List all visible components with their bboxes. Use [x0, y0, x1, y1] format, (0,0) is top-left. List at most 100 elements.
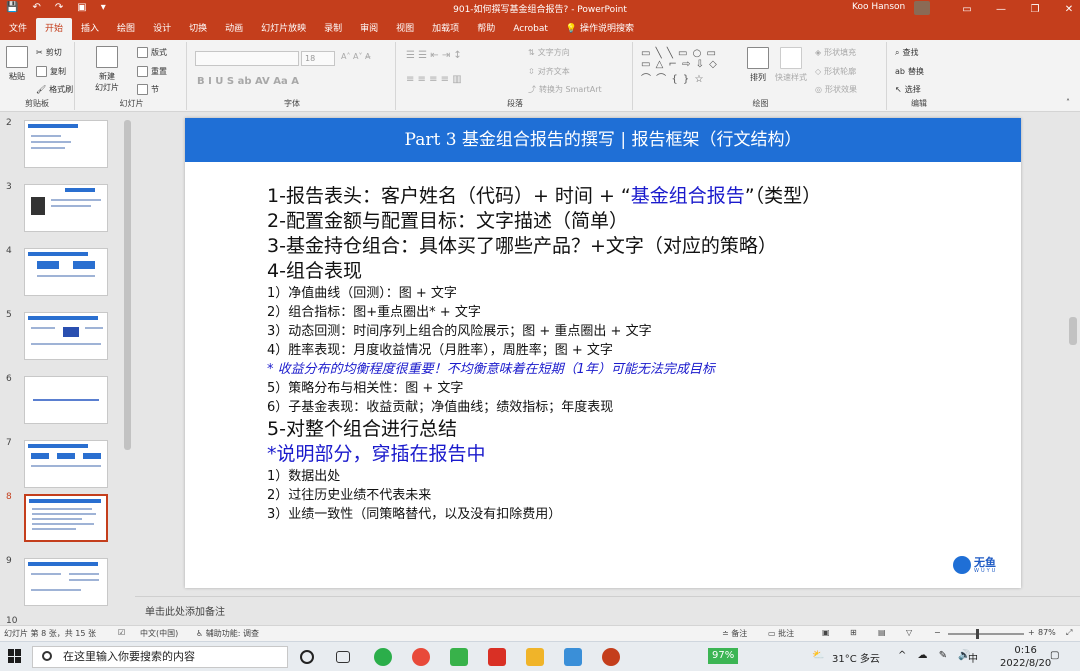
normal-view-icon[interactable]: ▣ [822, 628, 830, 637]
slide-sorter-icon[interactable]: ⊞ [850, 628, 857, 637]
replace-button[interactable]: ab 替换 [895, 66, 924, 77]
weather-icon[interactable]: ⛅ [812, 650, 824, 661]
tab-transitions[interactable]: 切换 [180, 18, 216, 40]
task-view-icon[interactable] [336, 651, 350, 663]
quick-styles-button[interactable]: 快速样式 [775, 47, 807, 83]
tab-help[interactable]: 帮助 [468, 18, 504, 40]
slide-thumbnail[interactable] [24, 312, 108, 360]
windows-start-icon[interactable] [8, 649, 22, 663]
shapes-gallery[interactable]: ▭ ╲ ╲ ▭ ○ ▭ ▭ △ ⌐ ⇨ ⇩ ◇ ⌒ ⌒ { } ☆ [641, 48, 718, 85]
tab-addins[interactable]: 加载项 [423, 18, 468, 40]
user-name[interactable]: Koo Hanson [852, 2, 905, 12]
language-indicator[interactable]: 中文(中国) [140, 628, 178, 639]
find-button[interactable]: ⌕ 查找 [895, 47, 918, 58]
tab-slideshow[interactable]: 幻灯片放映 [252, 18, 315, 40]
font-name-combo[interactable] [195, 51, 299, 66]
tab-review[interactable]: 审阅 [351, 18, 387, 40]
wechat-icon[interactable] [374, 648, 392, 666]
paste-button[interactable]: 粘贴 [6, 46, 28, 82]
slide-thumbnail[interactable] [24, 248, 108, 296]
file-explorer-icon[interactable] [526, 648, 544, 666]
select-button[interactable]: ↖ 选择 [895, 84, 921, 95]
notification-icon[interactable]: ▢ [1050, 650, 1059, 661]
slide-title[interactable]: Part 3 基金组合报告的撰写 | 报告框架（行文结构） [185, 118, 1021, 162]
list-buttons[interactable]: ☰ ☰ ⇤ ⇥ ↕ [406, 50, 462, 61]
notes-toggle[interactable]: ≐ 备注 [722, 628, 747, 639]
comments-toggle[interactable]: ▭ 批注 [768, 628, 794, 639]
font-format-buttons[interactable]: B I U S ab AV Aa A [197, 76, 299, 87]
new-slide-button[interactable]: 新建 幻灯片 [95, 46, 119, 93]
slide-thumbnail[interactable] [24, 558, 108, 606]
collapse-ribbon-icon[interactable]: ˄ [1066, 98, 1070, 107]
tray-icons[interactable]: ^ ☁ ✎ 🔊 [898, 650, 975, 661]
ime-indicator[interactable]: 中 [968, 650, 978, 665]
slide-canvas[interactable]: Part 3 基金组合报告的撰写 | 报告框架（行文结构） 1-报告表头：客户姓… [185, 118, 1021, 588]
zoom-out-button[interactable]: − [934, 628, 941, 637]
taskbar-search-input[interactable]: 在这里输入你要搜索的内容 [32, 646, 288, 668]
font-grow-button[interactable]: A˄ A˅ A̶ [341, 52, 371, 61]
avatar[interactable] [914, 1, 930, 15]
slide-scrollbar[interactable] [1066, 112, 1080, 596]
section-button[interactable]: 节 [137, 84, 159, 95]
accessibility-status[interactable]: ♿ 辅助功能: 调查 [196, 628, 259, 639]
smartart-button[interactable]: ⤴ 转换为 SmartArt [528, 84, 602, 95]
app-icon[interactable] [450, 648, 468, 666]
restore-button[interactable]: ❐ [1018, 0, 1052, 18]
weather-text[interactable]: 31°C 多云 [832, 650, 880, 665]
reset-button[interactable]: 重置 [137, 66, 167, 77]
app-icon[interactable] [564, 648, 582, 666]
tab-file[interactable]: 文件 [0, 18, 36, 40]
shape-outline-button[interactable]: ◇ 形状轮廓 [815, 66, 856, 77]
font-size-combo[interactable]: 18 [301, 51, 335, 66]
cortana-icon[interactable] [300, 650, 314, 664]
tab-home[interactable]: 开始 [36, 18, 73, 40]
tab-insert[interactable]: 插入 [72, 18, 108, 40]
battery-indicator[interactable]: 97% [708, 648, 739, 664]
wps-icon[interactable] [488, 648, 506, 666]
notes-pane[interactable]: 单击此处添加备注 [135, 596, 1080, 624]
slideshow-icon[interactable]: ▽ [906, 628, 912, 637]
layout-button[interactable]: 版式 [137, 47, 167, 58]
chrome-icon[interactable] [412, 648, 430, 666]
thumbnail-scrollbar[interactable] [121, 112, 133, 625]
zoom-slider-thumb[interactable] [976, 629, 979, 639]
scrollbar-thumb[interactable] [124, 120, 131, 450]
tab-view[interactable]: 视图 [387, 18, 423, 40]
align-buttons[interactable]: ≡ ≡ ≡ ≡ ▥ [406, 74, 462, 85]
close-button[interactable]: ✕ [1052, 0, 1080, 18]
text-direction-button[interactable]: ⇅ 文字方向 [528, 47, 570, 58]
clock[interactable]: 0:16 2022/8/20 [1000, 644, 1051, 670]
zoom-in-button[interactable]: + [1028, 628, 1035, 637]
tab-record[interactable]: 录制 [315, 18, 351, 40]
reading-view-icon[interactable]: ▤ [878, 628, 886, 637]
zoom-level[interactable]: 87% [1038, 628, 1056, 637]
slide-thumbnail[interactable] [24, 184, 108, 232]
arrange-button[interactable]: 排列 [747, 47, 769, 83]
powerpoint-icon[interactable] [602, 648, 620, 666]
shape-fill-button[interactable]: ◈ 形状填充 [815, 47, 856, 58]
tell-me-search[interactable]: 💡 操作说明搜索 [557, 18, 643, 40]
minimize-button[interactable]: — [984, 0, 1018, 18]
body-line: 5-对整个组合进行总结 [267, 418, 457, 440]
ribbon-display-options-icon[interactable]: ▭ [950, 0, 984, 18]
slide-body[interactable]: 1-报告表头：客户姓名（代码）+ 时间 + “基金组合报告”（类型） 2-配置金… [267, 184, 967, 524]
notes-placeholder[interactable]: 单击此处添加备注 [145, 603, 225, 618]
font-group: 18 A˄ A˅ A̶ B I U S ab AV Aa A 字体 [189, 42, 396, 110]
tab-draw[interactable]: 绘图 [108, 18, 144, 40]
align-text-button[interactable]: ⇳ 对齐文本 [528, 66, 570, 77]
tab-acrobat[interactable]: Acrobat [504, 18, 557, 40]
spellcheck-icon[interactable]: ☑ [118, 628, 125, 637]
shape-effects-button[interactable]: ◎ 形状效果 [815, 84, 857, 95]
copy-button[interactable]: 复制 [36, 66, 66, 77]
slide-thumbnail[interactable] [24, 440, 108, 488]
tab-design[interactable]: 设计 [144, 18, 180, 40]
slide-thumbnail-selected[interactable] [24, 494, 108, 542]
slide-thumbnail[interactable] [24, 376, 108, 424]
tab-animations[interactable]: 动画 [216, 18, 252, 40]
slide-thumbnail[interactable] [24, 120, 108, 168]
cut-button[interactable]: ✂ 剪切 [36, 47, 62, 58]
scrollbar-thumb[interactable] [1069, 317, 1077, 345]
format-painter-button[interactable]: 🖌 格式刷 [36, 84, 73, 95]
zoom-slider[interactable] [948, 629, 1024, 639]
fit-to-window-icon[interactable]: ⤢ [1066, 628, 1072, 638]
